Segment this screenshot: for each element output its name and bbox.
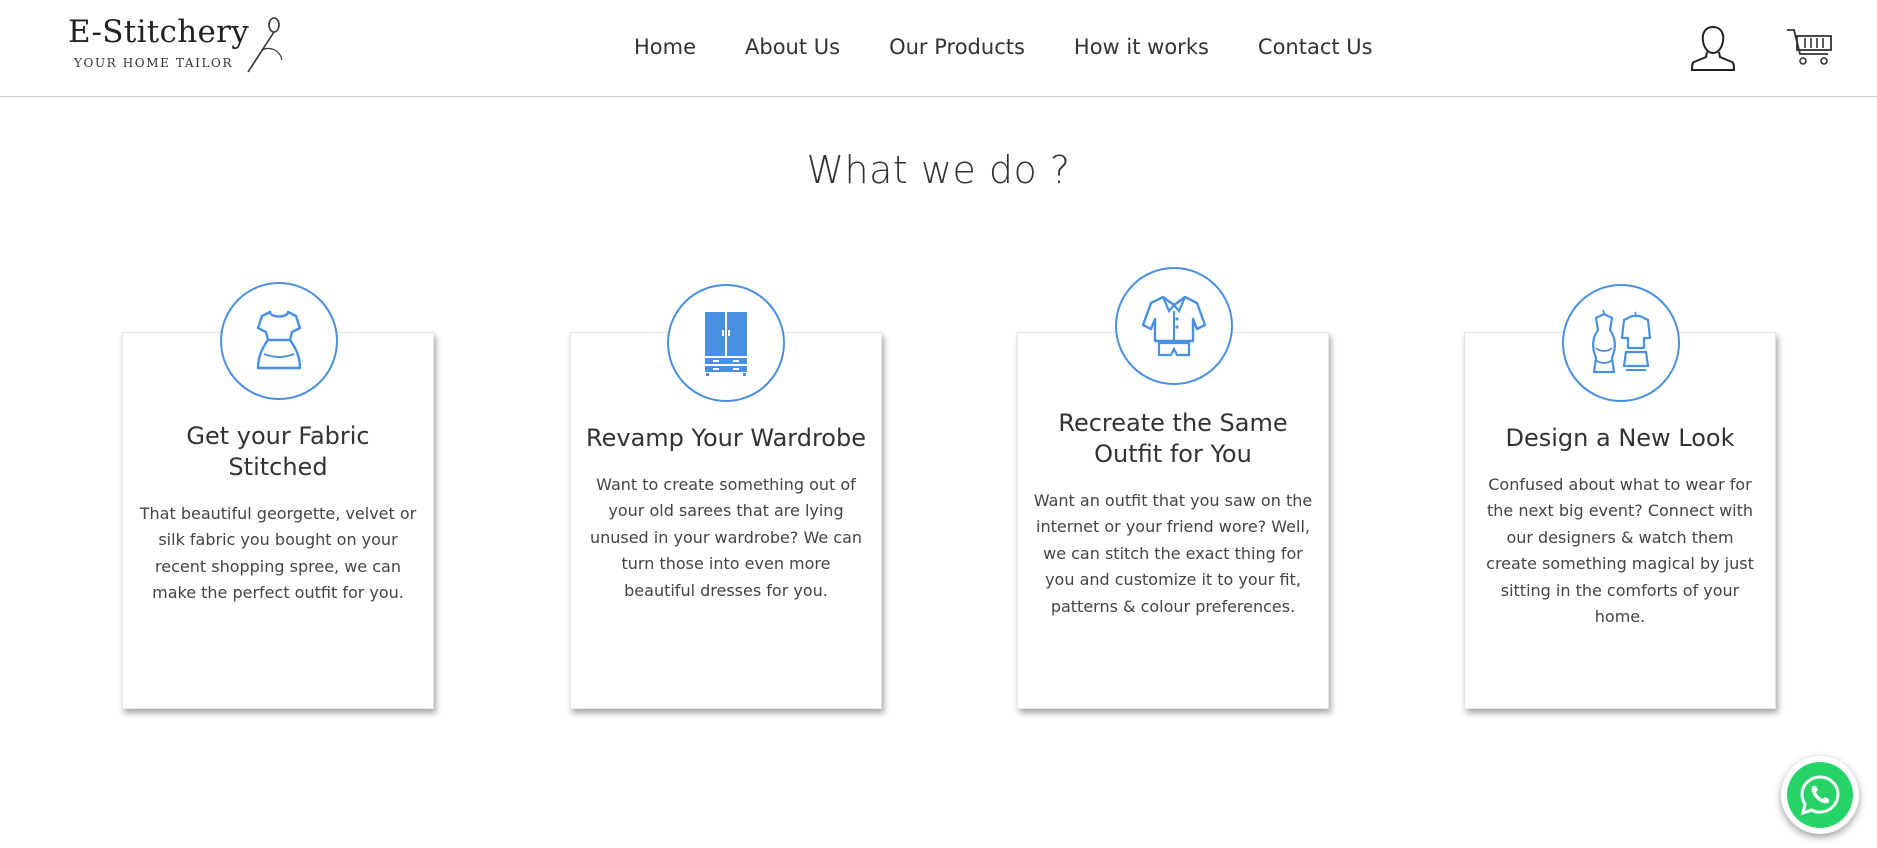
card-icon-circle: [1115, 267, 1233, 385]
whatsapp-button[interactable]: [1781, 756, 1859, 834]
wardrobe-icon: [705, 312, 747, 376]
nav-about-us[interactable]: About Us: [745, 30, 840, 64]
card-icon-circle: [1562, 284, 1680, 402]
card-title: Design a New Look: [1505, 424, 1735, 452]
card-icon-circle: [220, 282, 338, 400]
card-title: Get your Fabric Stitched: [186, 422, 370, 481]
site-header: E-Stitchery YOUR HOME TAILOR Home About …: [0, 0, 1877, 97]
card-icon-circle: [667, 284, 785, 402]
card-title: Recreate the Same Outfit for You: [1058, 409, 1288, 468]
nav-contact-us[interactable]: Contact Us: [1258, 30, 1373, 64]
service-card-wardrobe: Revamp Your Wardrobe Want to create some…: [570, 284, 882, 709]
card-text: Want to create something out of your old…: [589, 475, 863, 600]
logo-tagline: YOUR HOME TAILOR: [74, 56, 234, 70]
card-text: Want an outfit that you saw on the inter…: [1033, 491, 1313, 616]
service-card-new-look: Design a New Look Confused about what to…: [1464, 284, 1776, 709]
section-title: What we do ?: [806, 148, 1071, 192]
card-title: Revamp Your Wardrobe: [586, 424, 866, 452]
dress-icon: [256, 310, 302, 370]
card-text: That beautiful georgette, velvet or silk…: [139, 504, 417, 603]
logo-title: E-Stitchery: [68, 14, 250, 50]
outfits-icon: [1592, 309, 1652, 374]
logo[interactable]: E-Stitchery YOUR HOME TAILOR: [68, 14, 288, 76]
service-card-recreate: Recreate the Same Outfit for You Want an…: [1017, 267, 1329, 709]
cart-icon[interactable]: [1786, 26, 1834, 68]
nav-home[interactable]: Home: [634, 30, 696, 64]
user-icon[interactable]: [1690, 24, 1736, 72]
nav-our-products[interactable]: Our Products: [889, 30, 1025, 64]
main-nav: Home About Us Our Products How it works …: [634, 30, 1373, 64]
card-text: Confused about what to wear for the next…: [1486, 475, 1754, 627]
shirt-icon: [1141, 295, 1207, 357]
needle-icon: [247, 17, 283, 73]
service-card-fabric: Get your Fabric Stitched That beautiful …: [122, 282, 434, 709]
nav-how-it-works[interactable]: How it works: [1074, 30, 1209, 64]
whatsapp-icon: [1787, 762, 1853, 828]
